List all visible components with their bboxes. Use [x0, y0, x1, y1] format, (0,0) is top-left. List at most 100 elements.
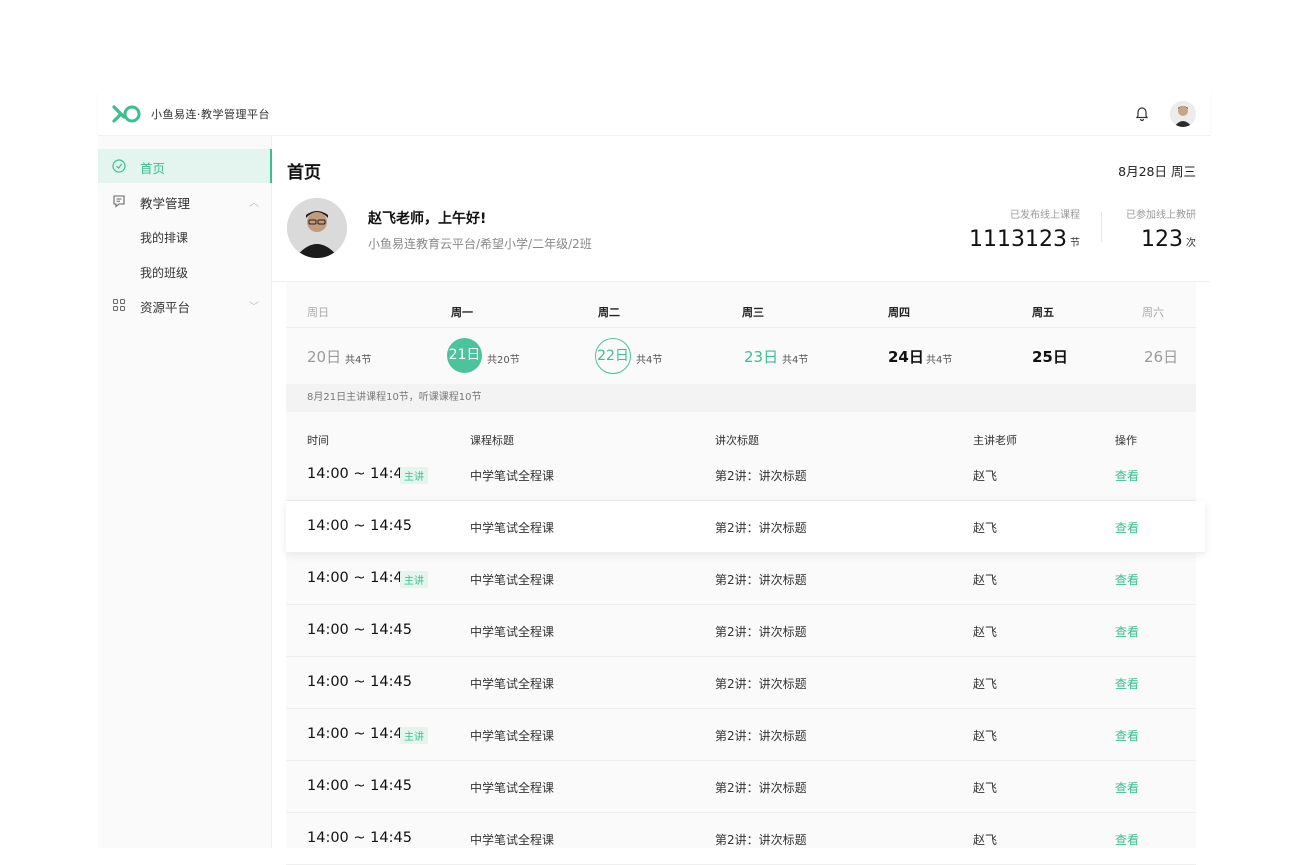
current-date: 8月28日 周三	[1118, 164, 1196, 179]
course-cell: 中学笔试全程课	[470, 781, 555, 795]
day-count: 共20节	[487, 355, 520, 366]
day-25[interactable]: 25日	[1032, 346, 1068, 367]
time-cell: 14:00 ~ 14:45	[307, 778, 412, 794]
teacher-cell: 赵飞	[973, 729, 998, 743]
course-cell: 中学笔试全程课	[470, 625, 555, 639]
table-row: 14:00 ~ 14:45 主讲 中学笔试全程课 第2讲：讲次标题 赵飞 查看	[286, 709, 1196, 761]
view-link[interactable]: 查看	[1115, 467, 1139, 484]
sidebar-item-my-class[interactable]: 我的班级	[140, 264, 188, 281]
weekday-fri: 周五	[1032, 306, 1054, 319]
page-title: 首页	[287, 163, 321, 183]
lesson-cell: 第2讲：讲次标题	[715, 833, 807, 847]
col-header-action: 操作	[1115, 434, 1137, 447]
col-header-course: 课程标题	[470, 434, 514, 447]
app-window: 小鱼易连·教学管理平台 首页 教学管理 ︿ 我的排课 我的班级 资源平台 ﹀ 首…	[98, 90, 1210, 865]
teacher-cell: 赵飞	[973, 625, 998, 639]
table-row: 14:00 ~ 14:45 中学笔试全程课 第2讲：讲次标题 赵飞 查看	[286, 501, 1205, 553]
chat-icon	[113, 195, 125, 208]
view-link[interactable]: 查看	[1115, 831, 1139, 848]
lesson-cell: 第2讲：讲次标题	[715, 521, 807, 535]
course-cell: 中学笔试全程课	[470, 677, 555, 691]
teacher-cell: 赵飞	[973, 677, 998, 691]
profile-card: 赵飞老师，上午好! 小鱼易连教育云平台/希望小学/二年级/2班 已发布线上课程 …	[272, 186, 1210, 282]
user-avatar[interactable]	[1170, 101, 1196, 127]
top-header: 小鱼易连·教学管理平台	[98, 90, 1210, 136]
day-23[interactable]: 23日	[744, 346, 778, 367]
stat-value: 123	[1141, 227, 1183, 252]
stat-unit: 次	[1186, 238, 1196, 249]
table-row: 14:00 ~ 14:45 中学笔试全程课 第2讲：讲次标题 赵飞 查看	[286, 657, 1196, 709]
col-header-lesson: 讲次标题	[715, 434, 759, 447]
stat-caption: 已发布线上课程	[1010, 210, 1080, 221]
teacher-cell: 赵飞	[973, 833, 998, 847]
week-calendar: 周日 周一 周二 周三 周四 周五 周六 20日 共4节 21日 共20节 22…	[286, 282, 1205, 865]
chevron-down-icon: ﹀	[249, 302, 259, 313]
lesson-cell: 第2讲：讲次标题	[715, 781, 807, 795]
day-count: 共4节	[926, 355, 953, 366]
lesson-cell: 第2讲：讲次标题	[715, 729, 807, 743]
view-link[interactable]: 查看	[1115, 727, 1139, 744]
view-link[interactable]: 查看	[1115, 623, 1139, 640]
lesson-cell: 第2讲：讲次标题	[715, 677, 807, 691]
org-path: 小鱼易连教育云平台/希望小学/二年级/2班	[368, 237, 592, 251]
course-cell: 中学笔试全程课	[470, 833, 555, 847]
day-21-selected[interactable]: 21日	[447, 338, 482, 373]
sidebar-item-my-schedule[interactable]: 我的排课	[140, 229, 188, 246]
sidebar-item-label: 首页	[140, 161, 166, 176]
course-cell: 中学笔试全程课	[470, 521, 555, 535]
day-summary: 8月21日主讲课程10节，听课课程10节	[286, 384, 1196, 412]
teacher-cell: 赵飞	[973, 469, 998, 483]
table-row: 14:00 ~ 14:45 中学笔试全程课 第2讲：讲次标题 赵飞 查看	[286, 605, 1196, 657]
bell-icon[interactable]	[1134, 104, 1150, 122]
day-24[interactable]: 24日	[888, 346, 924, 367]
table-row: 14:00 ~ 14:45 主讲 中学笔试全程课 第2讲：讲次标题 赵飞 查看	[286, 449, 1196, 501]
weekday-mon: 周一	[451, 306, 473, 319]
day-22-today[interactable]: 22日	[595, 338, 631, 374]
main-content: 首页 8月28日 周三 赵飞老师，上午好! 小鱼易连教育云平台/希望小学/二年级…	[272, 136, 1210, 865]
weekday-sat: 周六	[1142, 306, 1164, 319]
view-link[interactable]: 查看	[1115, 779, 1139, 796]
weekday-thu: 周四	[888, 306, 910, 319]
day-26[interactable]: 26日	[1144, 346, 1178, 367]
view-link[interactable]: 查看	[1115, 519, 1139, 536]
sidebar-item-teaching[interactable]: 教学管理 ︿	[98, 184, 272, 218]
day-count: 共4节	[636, 355, 663, 366]
day-20[interactable]: 20日	[307, 346, 341, 367]
table-row: 14:00 ~ 14:45 中学笔试全程课 第2讲：讲次标题 赵飞 查看	[286, 761, 1196, 813]
table-row: 14:00 ~ 14:45 中学笔试全程课 第2讲：讲次标题 赵飞 查看	[286, 813, 1196, 865]
gauge-icon	[112, 159, 126, 173]
lesson-cell: 第2讲：讲次标题	[715, 625, 807, 639]
lecturer-badge: 主讲	[400, 727, 428, 744]
lecturer-badge: 主讲	[400, 571, 428, 588]
day-count: 共4节	[345, 355, 372, 366]
brand-name: 小鱼易连·教学管理平台	[151, 108, 270, 121]
stat-divider	[1101, 212, 1102, 242]
stat-research: 已参加线上教研 123 次	[1126, 206, 1196, 252]
time-cell: 14:00 ~ 14:45	[307, 466, 412, 482]
sidebar-item-resources[interactable]: 资源平台 ﹀	[98, 288, 272, 322]
view-link[interactable]: 查看	[1115, 571, 1139, 588]
chevron-up-icon: ︿	[249, 198, 259, 209]
time-cell: 14:00 ~ 14:45	[307, 674, 412, 690]
stat-caption: 已参加线上教研	[1126, 210, 1196, 221]
course-cell: 中学笔试全程课	[470, 469, 555, 483]
logo-icon	[112, 105, 141, 123]
lesson-cell: 第2讲：讲次标题	[715, 469, 807, 483]
grid-icon	[113, 299, 125, 311]
table-row: 14:00 ~ 14:45 主讲 中学笔试全程课 第2讲：讲次标题 赵飞 查看	[286, 553, 1196, 605]
sidebar-item-label: 资源平台	[140, 300, 191, 315]
lesson-cell: 第2讲：讲次标题	[715, 573, 807, 587]
time-cell: 14:00 ~ 14:45	[307, 726, 412, 742]
time-cell: 14:00 ~ 14:45	[307, 622, 412, 638]
day-count: 共4节	[782, 355, 809, 366]
divider	[286, 327, 1196, 328]
stat-courses: 已发布线上课程 1113123 节	[969, 206, 1080, 252]
lecturer-badge: 主讲	[400, 467, 428, 484]
greeting-text: 赵飞老师，上午好!	[368, 211, 487, 227]
course-cell: 中学笔试全程课	[470, 729, 555, 743]
time-cell: 14:00 ~ 14:45	[307, 518, 412, 534]
teacher-cell: 赵飞	[973, 573, 998, 587]
course-cell: 中学笔试全程课	[470, 573, 555, 587]
sidebar-item-home[interactable]: 首页	[98, 149, 272, 183]
view-link[interactable]: 查看	[1115, 675, 1139, 692]
